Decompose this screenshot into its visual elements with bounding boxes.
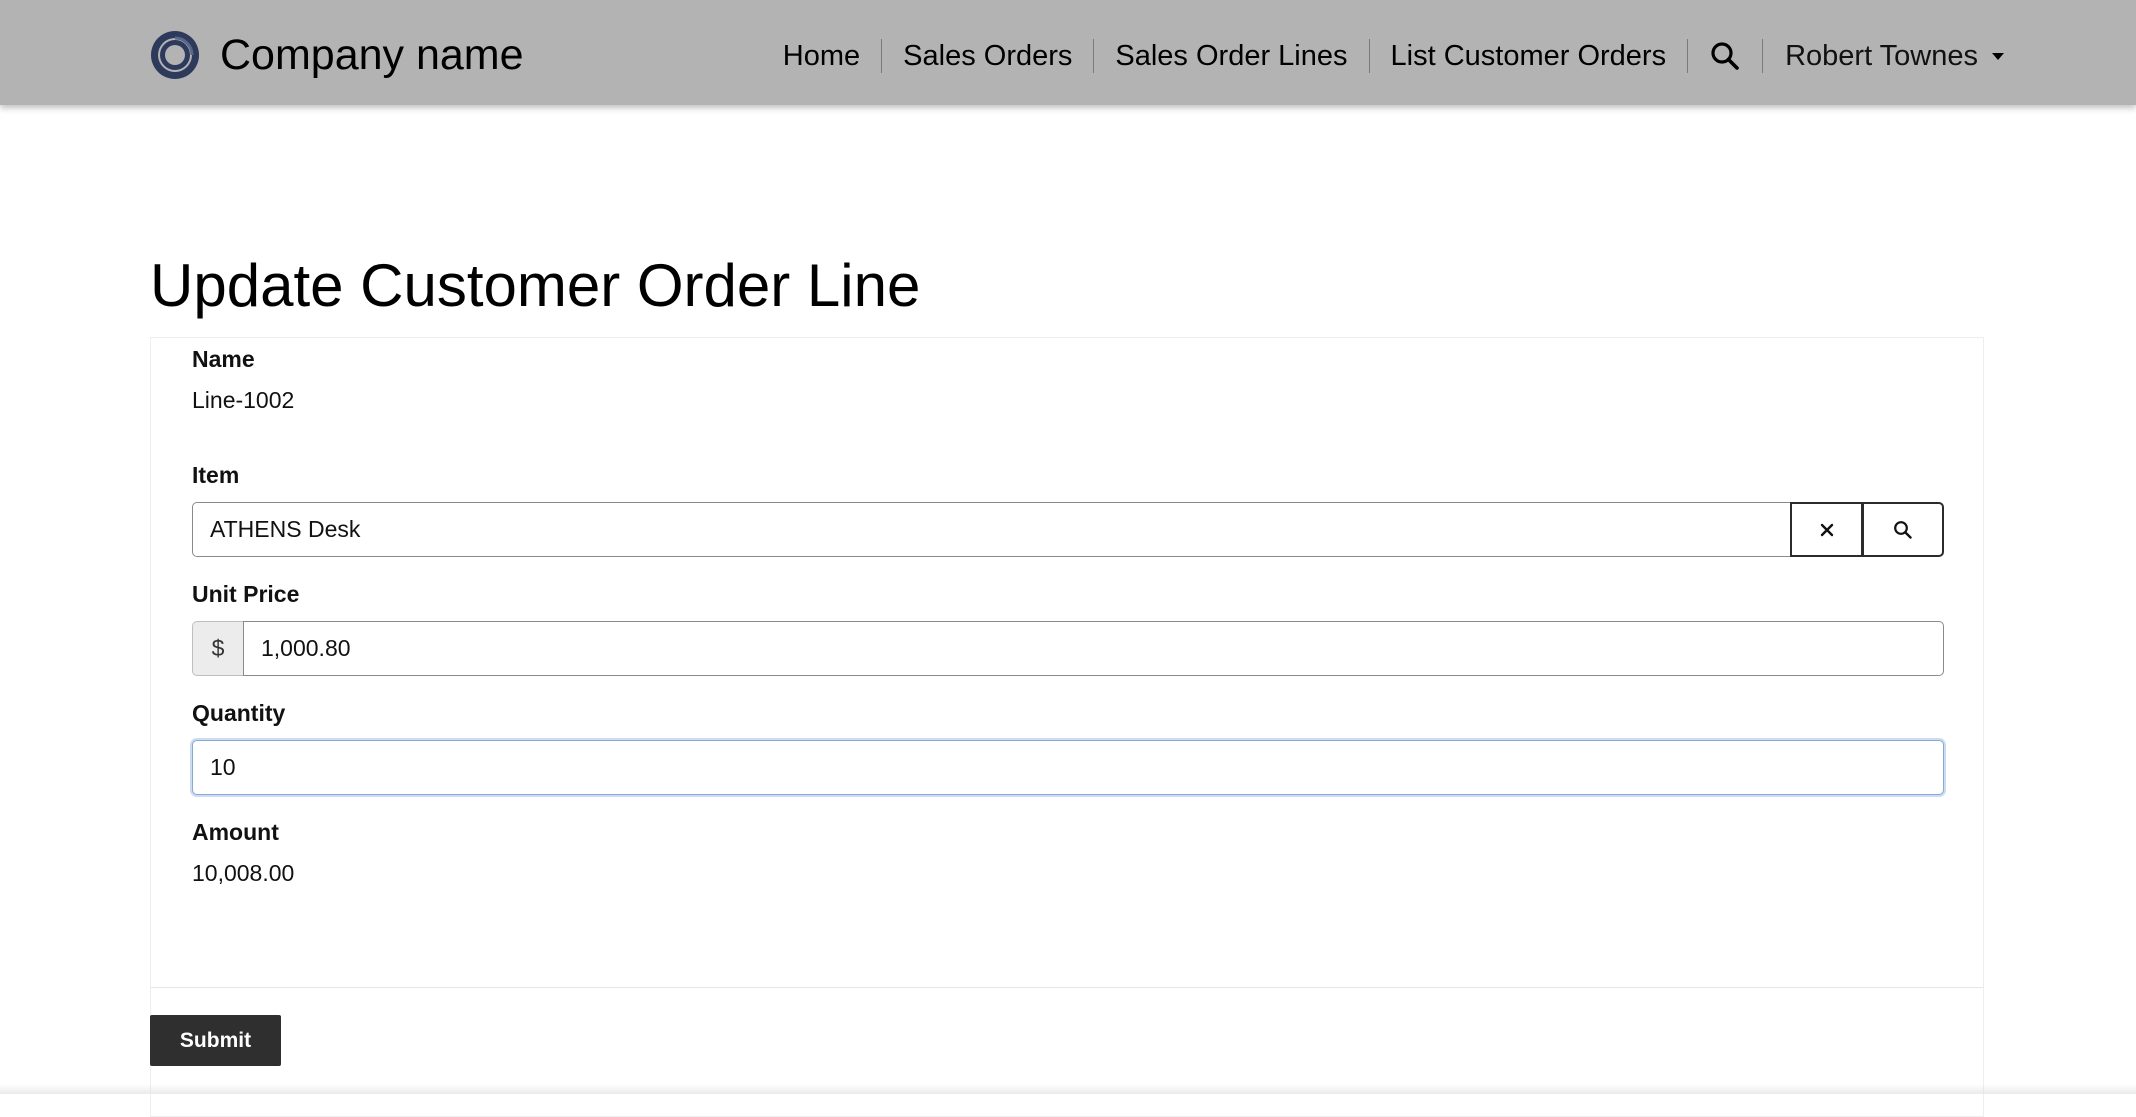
- ring-logo-icon: [151, 31, 199, 79]
- amount-field: Amount 10,008.00: [192, 821, 1944, 885]
- nav-item-list-customer-orders[interactable]: List Customer Orders: [1370, 34, 1688, 78]
- nav-item-sales-orders[interactable]: Sales Orders: [882, 34, 1093, 78]
- quantity-label: Quantity: [192, 700, 286, 726]
- amount-value: 10,008.00: [192, 860, 295, 886]
- item-search-button[interactable]: [1862, 502, 1944, 557]
- nav-item-sales-order-lines[interactable]: Sales Order Lines: [1094, 34, 1368, 78]
- page-title: Update Customer Order Line: [150, 252, 921, 319]
- user-name: Robert Townes: [1785, 39, 1978, 72]
- amount-label: Amount: [192, 819, 279, 845]
- user-menu[interactable]: Robert Townes: [1763, 40, 2004, 73]
- submit-button[interactable]: Submit: [150, 1015, 281, 1066]
- item-label: Item: [192, 462, 240, 488]
- top-navbar: Company name Home Sales Orders Sales Ord…: [0, 0, 2136, 105]
- name-label: Name: [192, 346, 255, 372]
- quantity-input-group: [192, 740, 1944, 795]
- close-icon: [1820, 523, 1833, 536]
- unit-price-field: Unit Price $: [192, 583, 1944, 676]
- form-card: Name Line-1002 Item Unit Price $: [150, 337, 1984, 1117]
- brand[interactable]: Company name: [150, 30, 524, 80]
- name-field: Name Line-1002: [192, 348, 1944, 412]
- nav-search-button[interactable]: [1688, 34, 1762, 78]
- item-clear-button[interactable]: [1790, 502, 1863, 557]
- unit-price-input[interactable]: [243, 621, 1944, 676]
- search-icon: [1711, 42, 1739, 70]
- item-field: Item: [192, 464, 1944, 557]
- item-input-group: [192, 502, 1944, 557]
- unit-price-input-group: $: [192, 621, 1944, 676]
- item-input[interactable]: [192, 502, 1791, 557]
- search-icon: [1894, 520, 1912, 539]
- unit-price-label: Unit Price: [192, 581, 300, 607]
- currency-prefix: $: [192, 621, 243, 676]
- bottom-shadow: [0, 1084, 2136, 1094]
- card-divider: [151, 987, 1983, 988]
- quantity-input[interactable]: [192, 740, 1944, 795]
- main-nav: Home Sales Orders Sales Order Lines List…: [762, 34, 2004, 78]
- nav-item-home[interactable]: Home: [762, 34, 881, 78]
- name-value: Line-1002: [192, 387, 295, 413]
- quantity-field: Quantity: [192, 702, 1944, 795]
- brand-name: Company name: [220, 30, 524, 79]
- caret-down-icon: [1992, 52, 2004, 60]
